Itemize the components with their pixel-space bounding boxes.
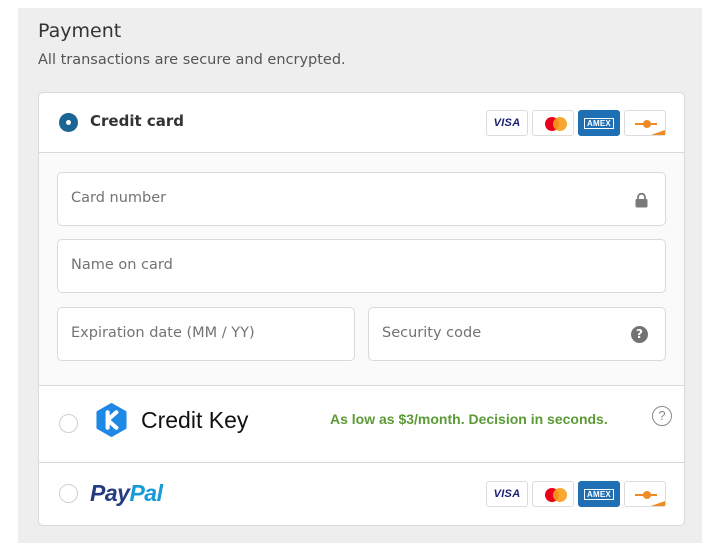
credit-card-radio[interactable] <box>59 113 78 132</box>
visa-icon: VISA <box>486 110 528 136</box>
credit-key-radio[interactable] <box>59 414 78 433</box>
amex-icon: AMEX <box>578 481 620 507</box>
security-code-placeholder: Security code <box>382 325 482 341</box>
paypal-card-brand-icons: VISA AMEX <box>486 481 666 507</box>
card-brand-icons: VISA AMEX <box>486 110 666 136</box>
credit-key-promo-text: As low as $3/month. Decision in seconds. <box>330 411 608 427</box>
paypal-logo: PayPal <box>90 480 163 506</box>
amex-icon: AMEX <box>578 110 620 136</box>
credit-key-logo-icon <box>96 403 127 437</box>
credit-key-help-icon[interactable]: ? <box>652 406 672 426</box>
discover-icon <box>624 110 666 136</box>
credit-key-label: Credit Key <box>141 407 249 433</box>
paypal-radio[interactable] <box>59 484 78 503</box>
payment-option-credit-card[interactable]: Credit card VISA AMEX <box>39 93 684 153</box>
payment-option-paypal[interactable]: PayPal VISA AMEX <box>39 463 684 525</box>
card-number-placeholder: Card number <box>71 190 167 206</box>
payment-section: Payment All transactions are secure and … <box>18 8 702 543</box>
security-code-field[interactable]: Security code ? <box>368 307 666 361</box>
expiration-date-field[interactable]: Expiration date (MM / YY) <box>57 307 355 361</box>
card-number-field[interactable]: Card number <box>57 172 666 226</box>
discover-icon <box>624 481 666 507</box>
payment-methods-panel: Credit card VISA AMEX Card number Name o… <box>38 92 685 526</box>
page-title: Payment <box>38 20 122 42</box>
name-on-card-placeholder: Name on card <box>71 257 173 273</box>
mastercard-icon <box>532 481 574 507</box>
credit-card-label: Credit card <box>90 112 184 130</box>
page-subtitle: All transactions are secure and encrypte… <box>38 52 346 68</box>
credit-card-fields: Card number Name on card Expiration date… <box>39 153 684 386</box>
mastercard-icon <box>532 110 574 136</box>
lock-icon <box>635 193 648 208</box>
visa-icon: VISA <box>486 481 528 507</box>
expiration-date-placeholder: Expiration date (MM / YY) <box>71 325 255 341</box>
payment-option-credit-key[interactable]: Credit Key As low as $3/month. Decision … <box>39 386 684 463</box>
question-circle-icon[interactable]: ? <box>631 326 648 343</box>
name-on-card-field[interactable]: Name on card <box>57 239 666 293</box>
